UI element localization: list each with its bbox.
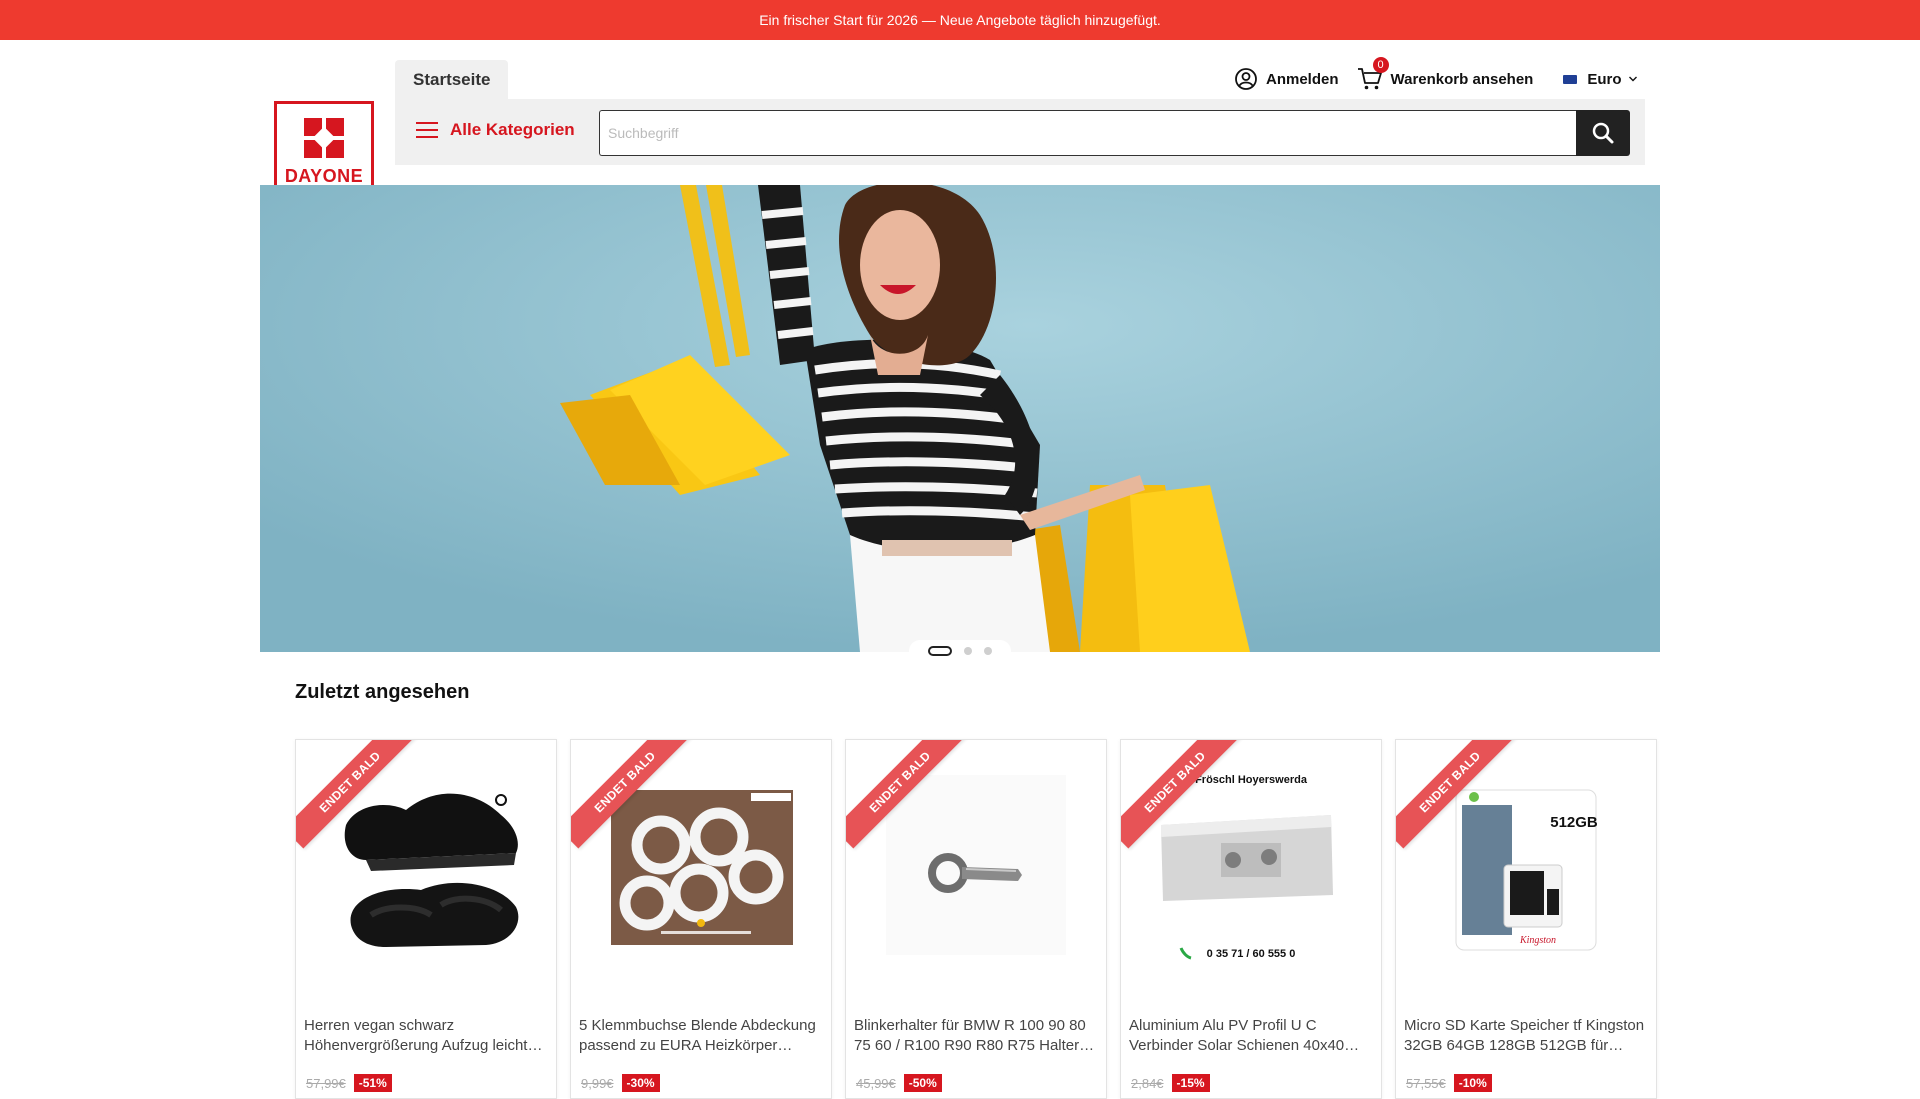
cart-link[interactable]: 0 Warenkorb ansehen: [1357, 57, 1534, 92]
user-nav: Anmelden 0 Warenkorb ansehen Euro: [1234, 57, 1638, 92]
product-card[interactable]: ENDET BALD Herren vegan schwarz Höhenver…: [295, 739, 557, 1099]
logo-text: DAYONE: [284, 166, 364, 186]
recently-viewed-title: Zuletzt angesehen: [295, 681, 470, 703]
logo-mark-icon: [304, 118, 344, 158]
promo-text: Ein frischer Start für 2026 — Neue Angeb…: [759, 12, 1161, 28]
image-brand-text: Kingston: [1519, 935, 1556, 946]
menu-icon: [416, 122, 438, 138]
price-row: 45,99€ -50%: [856, 1074, 942, 1092]
login-label: Anmelden: [1266, 70, 1339, 88]
hero-image: [260, 185, 1660, 652]
categories-label: Alle Kategorien: [450, 120, 575, 139]
product-title[interactable]: Blinkerhalter für BMW R 100 90 80 75 60 …: [854, 1016, 1098, 1056]
user-icon: [1235, 68, 1257, 90]
image-phone-text: 0 35 71 / 60 555 0: [1207, 948, 1296, 960]
chevron-down-icon: [1628, 76, 1637, 82]
eu-flag-icon: [1563, 74, 1578, 84]
product-title[interactable]: Herren vegan schwarz Höhenvergrößerung A…: [304, 1016, 548, 1056]
discount-badge: -51%: [353, 1074, 392, 1092]
product-title[interactable]: Micro SD Karte Speicher tf Kingston 32GB…: [1404, 1016, 1648, 1056]
promo-bar: Ein frischer Start für 2026 — Neue Angeb…: [0, 0, 1920, 40]
product-card[interactable]: Fröschl Hoyerswerda 0 35 71 / 60 555 0 E…: [1120, 739, 1382, 1099]
all-categories-button[interactable]: Alle Kategorien: [416, 120, 575, 140]
recently-viewed-list: ENDET BALD Herren vegan schwarz Höhenver…: [295, 739, 1657, 1099]
old-price: 57,99€: [306, 1075, 346, 1091]
tab-home[interactable]: Startseite: [395, 60, 509, 100]
currency-selector[interactable]: Euro: [1563, 66, 1637, 92]
discount-badge: -30%: [621, 1074, 660, 1092]
image-capacity-text: 512GB: [1550, 814, 1598, 831]
product-card[interactable]: ENDET BALD Blinkerhalter für BMW R 100 9…: [845, 739, 1107, 1099]
carousel-dot-2[interactable]: [964, 647, 972, 655]
hero-banner[interactable]: [260, 185, 1660, 652]
old-price: 2,84€: [1131, 1075, 1164, 1091]
product-title[interactable]: Aluminium Alu PV Profil U C Verbinder So…: [1129, 1016, 1373, 1056]
old-price: 9,99€: [581, 1075, 614, 1091]
search-button[interactable]: [1576, 110, 1630, 156]
old-price: 45,99€: [856, 1075, 896, 1091]
product-card[interactable]: ENDET BALD 5 Klemmbuchse Blende Abdeckun…: [570, 739, 832, 1099]
price-row: 57,55€ -10%: [1406, 1074, 1492, 1092]
product-card[interactable]: 512GB Kingston ENDET BALD Micro SD Karte…: [1395, 739, 1657, 1099]
price-row: 2,84€ -15%: [1131, 1074, 1210, 1092]
search-input[interactable]: [599, 110, 1576, 156]
cart-count-badge: 0: [1372, 57, 1389, 73]
search-icon: [1592, 122, 1614, 144]
cart-label: Warenkorb ansehen: [1390, 70, 1534, 88]
discount-badge: -10%: [1453, 1074, 1492, 1092]
login-link[interactable]: Anmelden: [1234, 66, 1339, 92]
carousel-dot-1[interactable]: [928, 646, 952, 656]
price-row: 9,99€ -30%: [581, 1074, 660, 1092]
currency-label: Euro: [1587, 70, 1622, 88]
image-brand-text: Fröschl Hoyerswerda: [1195, 774, 1308, 786]
price-row: 57,99€ -51%: [306, 1074, 392, 1092]
product-title[interactable]: 5 Klemmbuchse Blende Abdeckung passend z…: [579, 1016, 823, 1056]
discount-badge: -50%: [903, 1074, 942, 1092]
carousel-dots: [909, 640, 1011, 662]
old-price: 57,55€: [1406, 1075, 1446, 1091]
discount-badge: -15%: [1171, 1074, 1210, 1092]
carousel-dot-3[interactable]: [984, 647, 992, 655]
